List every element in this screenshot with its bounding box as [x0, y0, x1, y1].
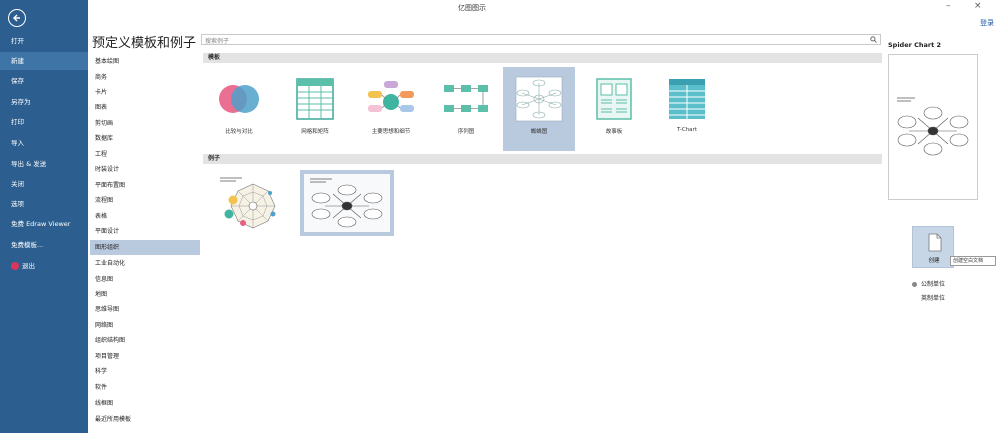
template-label: 序列图	[457, 129, 475, 135]
create-label: 创建	[928, 258, 940, 264]
template-t-chart[interactable]: T-Chart	[651, 67, 723, 151]
category-item[interactable]: 表格	[90, 209, 200, 224]
templates-section-header: 模板	[203, 53, 882, 63]
category-item[interactable]: 卡片	[90, 85, 200, 100]
sidebar-item-viewer[interactable]: 免费 Edraw Viewer	[0, 215, 88, 233]
category-item[interactable]: 软件	[90, 380, 200, 395]
search-placeholder: 搜索例子	[205, 38, 230, 45]
examples-section-header: 例子	[203, 154, 882, 164]
preview-title: Spider Chart 2	[888, 41, 941, 49]
template-compare-contrast[interactable]: 比较与对比	[203, 67, 275, 151]
category-item[interactable]: 线框图	[90, 396, 200, 411]
sidebar-item-open[interactable]: 打开	[0, 32, 88, 50]
exit-icon	[11, 262, 19, 270]
blank-document-icon	[928, 233, 942, 252]
create-tooltip: 创建空白文档	[950, 256, 996, 266]
template-grid-matrix[interactable]: 网格和矩阵	[279, 67, 351, 151]
example-thumbnail-2	[304, 174, 390, 232]
template-label: 蜘蛛图	[530, 129, 548, 135]
category-item[interactable]: 信息图	[90, 272, 200, 287]
back-button[interactable]	[8, 9, 26, 27]
sidebar-item-templates[interactable]: 免费模板...	[0, 236, 88, 254]
template-label: T-Chart	[677, 127, 697, 133]
category-item[interactable]: 项目管理	[90, 349, 200, 364]
category-item[interactable]: 时装设计	[90, 162, 200, 177]
radio-icon-selected	[912, 282, 917, 287]
sidebar-item-import[interactable]: 导入	[0, 134, 88, 152]
sidebar-item-exit[interactable]: 退出	[0, 257, 88, 275]
template-storyboard[interactable]: 故事板	[578, 67, 650, 151]
t-chart-icon	[669, 79, 705, 119]
create-button[interactable]: 创建	[912, 226, 954, 268]
category-item[interactable]: 工业自动化	[90, 256, 200, 271]
metric-units-label: 公制单位	[921, 281, 946, 288]
preview-panel	[888, 54, 978, 200]
category-item[interactable]: 网络图	[90, 318, 200, 333]
sidebar-item-save-as[interactable]: 另存为	[0, 93, 88, 111]
category-item[interactable]: 组织结构图	[90, 333, 200, 348]
compare-contrast-icon	[219, 85, 259, 113]
sidebar-item-options[interactable]: 选项	[0, 195, 88, 213]
category-item[interactable]: 科学	[90, 364, 200, 379]
preview-thumbnail	[897, 97, 969, 156]
title-bar: 亿图图示 – ×	[88, 0, 1000, 16]
search-input[interactable]: 搜索例子	[201, 34, 881, 45]
example-spider-chart-2[interactable]	[300, 170, 394, 236]
app-window: 亿图图示 – × 登录 打开 新建 保存 另存为 打印 导入 导出 & 发送 关…	[0, 0, 1000, 433]
search-icon[interactable]	[870, 36, 877, 43]
category-item[interactable]: 商务	[90, 70, 200, 85]
example-spider-chart-1[interactable]	[212, 170, 294, 236]
category-item[interactable]: 地图	[90, 287, 200, 302]
login-link[interactable]: 登录	[980, 18, 994, 28]
window-title: 亿图图示	[458, 4, 486, 12]
template-sequence[interactable]: 序列图	[430, 67, 502, 151]
template-label: 故事板	[605, 129, 623, 135]
minimize-button[interactable]: –	[946, 1, 951, 11]
grid-matrix-icon	[296, 78, 334, 120]
spider-chart-icon	[515, 76, 563, 122]
category-item[interactable]: 基本绘图	[90, 54, 200, 69]
example-thumbnail-1	[214, 174, 292, 232]
exit-label: 退出	[22, 262, 35, 270]
category-item[interactable]: 思维导图	[90, 302, 200, 317]
sidebar-item-print[interactable]: 打印	[0, 113, 88, 131]
category-item[interactable]: 平面设计	[90, 224, 200, 239]
category-item[interactable]: 图表	[90, 100, 200, 115]
sidebar: 打开 新建 保存 另存为 打印 导入 导出 & 发送 关闭 选项 免费 Edra…	[0, 0, 88, 433]
sequence-icon	[444, 85, 488, 112]
category-item[interactable]: 工程	[90, 147, 200, 162]
storyboard-icon	[596, 78, 632, 120]
sidebar-item-save[interactable]: 保存	[0, 72, 88, 90]
category-item[interactable]: 流程图	[90, 193, 200, 208]
sidebar-item-new[interactable]: 新建	[0, 52, 88, 70]
sidebar-item-close[interactable]: 关闭	[0, 175, 88, 193]
category-item[interactable]: 数据库	[90, 131, 200, 146]
imperial-units-label: 英制单位	[921, 295, 946, 302]
template-label: 网格和矩阵	[301, 129, 329, 135]
imperial-units-option[interactable]: 英制单位	[912, 293, 945, 302]
close-button[interactable]: ×	[974, 1, 982, 11]
category-item-selected[interactable]: 图形组织	[90, 240, 200, 255]
back-arrow-icon	[13, 14, 20, 22]
sidebar-item-export[interactable]: 导出 & 发送	[0, 155, 88, 173]
template-main-idea[interactable]: 主要思想和细节	[355, 67, 427, 151]
category-item[interactable]: 剪切画	[90, 116, 200, 131]
template-label: 比较与对比	[225, 129, 253, 135]
category-item[interactable]: 平面布置图	[90, 178, 200, 193]
template-label: 主要思想和细节	[371, 129, 411, 135]
category-item[interactable]: 最近所用模板	[90, 412, 200, 427]
main-idea-icon	[368, 81, 414, 112]
page-heading: 预定义模板和例子	[92, 36, 197, 51]
metric-units-option[interactable]: 公制单位	[912, 279, 945, 288]
template-spider-chart[interactable]: 蜘蛛图	[503, 67, 575, 151]
